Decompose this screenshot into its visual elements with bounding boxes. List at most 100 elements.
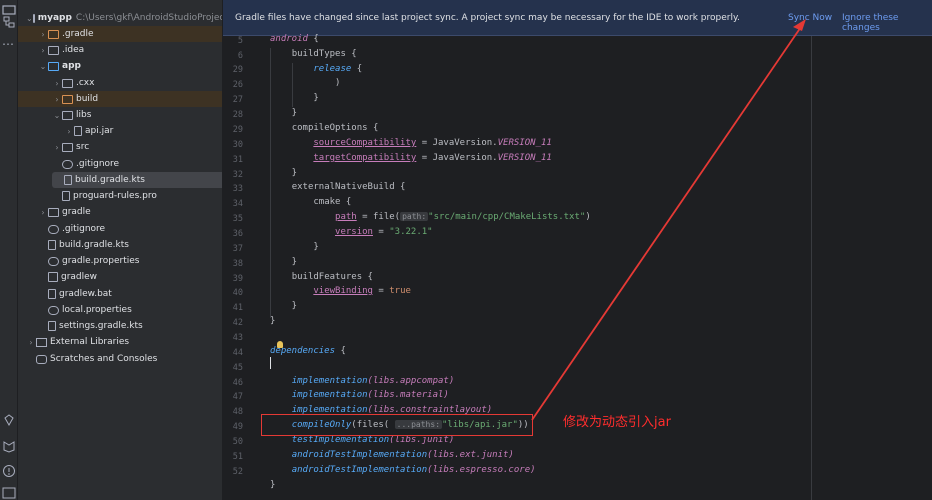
device-manager-icon[interactable]: [2, 438, 16, 453]
tree-item[interactable]: gradle.properties: [18, 253, 222, 269]
line-number: 32: [232, 170, 243, 180]
chevron-right-icon[interactable]: ›: [38, 208, 48, 217]
tree-item[interactable]: build.gradle.kts: [18, 237, 222, 253]
code-line: }: [270, 301, 298, 311]
structure-icon[interactable]: [2, 14, 16, 28]
folder-icon: [62, 94, 73, 104]
tree-item[interactable]: ⌄ libs: [18, 107, 222, 123]
jar-icon: [74, 126, 82, 136]
tree-item[interactable]: › build: [18, 91, 222, 107]
tree-item-label: Scratches and Consoles: [50, 354, 158, 364]
gitignore-icon: [62, 159, 73, 169]
folder-icon[interactable]: [2, 0, 16, 15]
line-number: 6: [237, 51, 243, 61]
code-line: implementation(libs.material): [291, 390, 449, 400]
tree-item[interactable]: gradlew: [18, 269, 222, 285]
chevron-right-icon[interactable]: ›: [52, 79, 62, 88]
gradle-sync-banner: Gradle files have changed since last pro…: [223, 0, 932, 36]
tree-item-selected[interactable]: build.gradle.kts: [52, 172, 222, 188]
code-line: viewBinding = true: [313, 286, 411, 296]
module-folder-icon: [48, 61, 59, 71]
tree-item[interactable]: .gitignore: [18, 156, 222, 172]
tree-item-label: build.gradle.kts: [59, 240, 129, 250]
tree-item[interactable]: › src: [18, 139, 222, 155]
chevron-right-icon[interactable]: ›: [52, 143, 62, 152]
line-number: 26: [232, 80, 243, 90]
gradle-file-icon: [48, 240, 56, 250]
gradle-file-icon: [64, 175, 72, 185]
tree-item[interactable]: settings.gradle.kts: [18, 318, 222, 334]
tree-item-label: .idea: [62, 45, 85, 55]
tree-item[interactable]: gradlew.bat: [18, 286, 222, 302]
code-line: }: [270, 316, 276, 326]
annotation-box: [261, 414, 533, 436]
chevron-right-icon[interactable]: ›: [38, 46, 48, 55]
line-number: 43: [232, 333, 243, 343]
code-line: buildTypes {: [291, 49, 357, 59]
gem-icon[interactable]: [2, 412, 16, 427]
code-line: }: [270, 242, 319, 252]
code-line: }: [270, 257, 298, 267]
folder-icon: [32, 13, 35, 23]
banner-message: Gradle files have changed since last pro…: [235, 13, 740, 23]
parameter-hint: path:: [400, 212, 429, 221]
gear-icon: [48, 305, 59, 315]
code-line: version = "3.22.1": [335, 227, 433, 237]
code-line: androidTestImplementation(libs.ext.junit…: [291, 450, 514, 460]
line-number: 51: [232, 452, 243, 462]
tree-item[interactable]: › .idea: [18, 42, 222, 58]
tree-item[interactable]: › gradle: [18, 204, 222, 220]
tree-root-path: C:\Users\gkf\AndroidStudioProjects: [75, 13, 223, 23]
tree-item[interactable]: ⌄ app: [18, 58, 222, 74]
chevron-right-icon[interactable]: ›: [64, 127, 74, 136]
annotation-text: 修改为动态引入jar: [563, 415, 671, 430]
tree-item-label: local.properties: [62, 305, 132, 315]
tree-root[interactable]: ⌄ myapp C:\Users\gkf\AndroidStudioProjec…: [18, 10, 223, 26]
chevron-right-icon[interactable]: ›: [52, 95, 62, 104]
tree-root-label: myapp: [37, 13, 72, 23]
tree-item[interactable]: proguard-rules.pro: [18, 188, 222, 204]
more-icon[interactable]: ⋯: [2, 38, 16, 54]
tree-item[interactable]: local.properties: [18, 302, 222, 318]
code-line: path = file(path: "src/main/cpp/CMakeList…: [335, 212, 591, 222]
chevron-down-icon[interactable]: ⌄: [38, 62, 48, 71]
line-number: 47: [232, 392, 243, 402]
tree-item[interactable]: › api.jar: [18, 123, 222, 139]
folder-icon: [62, 142, 73, 152]
tree-item[interactable]: › .cxx: [18, 75, 222, 91]
tree-item-label: External Libraries: [50, 337, 130, 347]
chevron-right-icon[interactable]: ›: [26, 338, 36, 347]
line-number: 30: [232, 140, 243, 150]
tree-item-label: .gitignore: [62, 224, 106, 234]
file-icon: [62, 191, 70, 201]
line-gutter: 5 6 29 26 27 28 29 30 31 32 33 34 35 36 …: [223, 36, 263, 500]
tree-item-label: gradle: [62, 207, 91, 217]
line-number: 42: [232, 318, 243, 328]
terminal-icon[interactable]: [2, 485, 16, 499]
line-number: 40: [232, 288, 243, 298]
tree-item[interactable]: Scratches and Consoles: [18, 351, 222, 367]
tree-item-label: .gradle: [62, 29, 94, 39]
scratches-icon: [36, 354, 47, 364]
line-number: 44: [232, 348, 243, 358]
tree-item[interactable]: › External Libraries: [18, 334, 222, 350]
code-line: cmake {: [313, 197, 352, 207]
ignore-changes-link[interactable]: Ignore these changes: [842, 13, 932, 33]
tree-item[interactable]: .gitignore: [18, 221, 222, 237]
line-number: 27: [232, 95, 243, 105]
code-line: ): [270, 78, 341, 88]
text-cursor: [270, 357, 271, 369]
tree-item-label: app: [62, 61, 81, 71]
tree-item-label: proguard-rules.pro: [73, 191, 157, 201]
chevron-down-icon[interactable]: ⌄: [26, 14, 33, 23]
gitignore-icon: [48, 224, 59, 234]
tree-item[interactable]: › .gradle: [18, 26, 222, 42]
problems-icon[interactable]: [2, 463, 16, 477]
sync-now-link[interactable]: Sync Now: [788, 13, 832, 23]
chevron-right-icon[interactable]: ›: [38, 30, 48, 39]
terminal-file-icon: [48, 272, 58, 282]
lightbulb-icon[interactable]: [277, 341, 283, 348]
tree-item-label: build: [76, 94, 99, 104]
chevron-down-icon[interactable]: ⌄: [52, 111, 62, 120]
line-number: 52: [232, 467, 243, 477]
